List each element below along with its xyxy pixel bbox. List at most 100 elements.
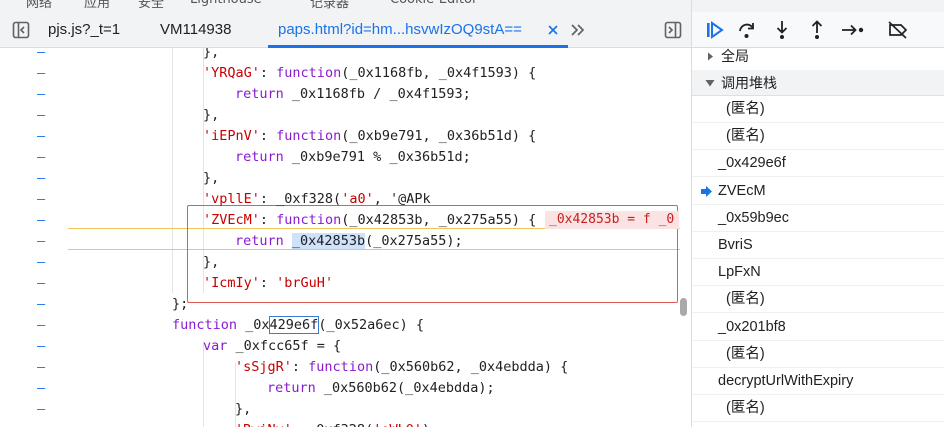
code-text: 'YRQaG': function(_0x1168fb, _0x4f1593) … <box>203 65 537 81</box>
current-frame-arrow-icon <box>701 185 712 197</box>
line-gutter-marker[interactable]: – <box>37 315 45 336</box>
top-menu-item[interactable]: Cookie-Editor <box>390 0 477 7</box>
line-gutter-marker[interactable]: – <box>37 231 45 252</box>
call-stack-frame[interactable]: BvriS <box>692 232 944 259</box>
code-text: }, <box>203 254 220 270</box>
call-stack-label: 调用堆栈 <box>721 75 777 91</box>
code-line[interactable]: – return _0x1168fb / _0x4f1593; <box>0 84 680 105</box>
line-gutter-marker[interactable]: – <box>37 168 45 189</box>
deactivate-breakpoints-icon[interactable] <box>887 20 909 40</box>
code-text: function _0x429e6f(_0x52a6ec) { <box>172 316 424 334</box>
code-line[interactable]: – 'iEPnV': function(_0xb9e791, _0x36b51d)… <box>0 126 680 147</box>
code-line[interactable]: – function _0x429e6f(_0x52a6ec) { <box>0 315 680 336</box>
scope-global-row[interactable]: 全局 <box>692 44 944 68</box>
call-stack-frame[interactable]: _0x59b9ec <box>692 205 944 232</box>
code-text: }; <box>172 296 189 312</box>
code-line[interactable]: – 'ZVEcM': function(_0x42853b, _0x275a55)… <box>0 210 680 231</box>
code-text: 'RwiNv': _0xf328('oWL0') <box>235 420 430 427</box>
debugger-sidebar: 全局 调用堆栈 (匿名) (匿名) _0x429e6f ZVEcM _0x59b9ec B… <box>692 0 944 427</box>
code-line[interactable]: – 'IcmIy': 'brGuH' <box>0 273 680 294</box>
line-gutter-marker[interactable]: – <box>37 252 45 273</box>
call-stack-frame-label: (匿名) <box>726 291 765 308</box>
toggle-debugger-sidebar-icon[interactable] <box>664 21 682 39</box>
line-gutter-marker[interactable]: – <box>37 273 45 294</box>
code-editor[interactable]: –}, – 'YRQaG': function(_0x1168fb, _0x4f15… <box>0 48 692 427</box>
code-line[interactable]: – return _0x560b62(_0x4ebdda); <box>0 378 680 399</box>
top-menu-item[interactable]: 安全 <box>138 0 164 11</box>
line-gutter-marker[interactable]: – <box>37 48 45 63</box>
expand-arrow-icon <box>708 52 713 61</box>
code-line[interactable]: – 'sSjgR': function(_0x560b62, _0x4ebdda)… <box>0 357 680 378</box>
toggle-navigator-icon[interactable] <box>12 21 30 39</box>
code-line[interactable]: –}; <box>0 294 680 315</box>
call-stack-frame[interactable]: (匿名) <box>692 286 944 314</box>
line-gutter-marker[interactable]: – <box>37 336 45 357</box>
top-menu-strip-right <box>692 0 944 12</box>
code-line[interactable]: –}, <box>0 399 680 420</box>
call-stack-frame-label: BvriS <box>718 237 753 253</box>
close-tab-icon[interactable] <box>548 25 558 35</box>
call-stack-frame-label: (匿名) <box>726 400 765 417</box>
code-line[interactable]: –}, <box>0 252 680 273</box>
top-menu-item[interactable]: Lighthouse <box>190 0 262 7</box>
code-line[interactable]: – var _0xfcc65f = { <box>0 336 680 357</box>
call-stack-frame[interactable]: _0x201bf8 <box>692 314 944 341</box>
line-gutter-marker[interactable]: – <box>37 294 45 315</box>
line-gutter-marker[interactable]: – <box>37 84 45 105</box>
code-text: 'IcmIy': 'brGuH' <box>203 275 334 291</box>
call-stack-frame[interactable]: (匿名) <box>692 123 944 151</box>
step-over-icon[interactable] <box>737 20 757 40</box>
tab-paps-html[interactable]: paps.html?id=hm...hsvwIzOQ9stA== <box>278 12 522 48</box>
step-out-icon[interactable] <box>809 20 825 40</box>
resume-icon[interactable] <box>705 21 725 39</box>
line-gutter-marker[interactable]: – <box>37 378 45 399</box>
top-menu-item[interactable]: 记录器 <box>310 0 349 11</box>
inline-value-preview: _0x42853b = f _0 <box>545 211 679 229</box>
code-line[interactable]: –}, <box>0 48 680 63</box>
top-menu-item[interactable]: 应用 <box>84 0 110 11</box>
step-icon[interactable] <box>841 22 865 38</box>
code-line[interactable]: – 'YRQaG': function(_0x1168fb, _0x4f1593)… <box>0 63 680 84</box>
call-stack-header[interactable]: 调用堆栈 <box>692 70 944 96</box>
tab-vm[interactable]: VM114938 <box>160 12 231 48</box>
code-line[interactable]: –}, <box>0 168 680 189</box>
code-text: }, <box>203 170 220 186</box>
more-tabs-icon[interactable] <box>570 23 586 37</box>
code-text: return _0x42853b(_0x275a55); <box>235 233 463 249</box>
code-line[interactable]: – 'vpllE': _0xf328('a0', '@APk <box>0 189 680 210</box>
call-stack-frame[interactable]: decryptUrlWithExpiry <box>692 368 944 395</box>
line-gutter-marker[interactable]: – <box>37 63 45 84</box>
top-menu-item[interactable]: 网络 <box>26 0 52 11</box>
editor-scrollbar[interactable] <box>680 298 687 316</box>
call-stack-frame-label: _0x201bf8 <box>718 318 786 335</box>
line-gutter-marker[interactable]: – <box>37 105 45 126</box>
line-gutter-marker[interactable]: – <box>37 357 45 378</box>
line-gutter-marker[interactable]: – <box>37 126 45 147</box>
call-stack-frame-label: decryptUrlWithExpiry <box>718 373 854 389</box>
code-line[interactable]: – 'RwiNv': _0xf328('oWL0') <box>0 420 680 427</box>
line-gutter-marker[interactable]: – <box>37 420 45 427</box>
scope-global-label: 全局 <box>721 48 749 64</box>
call-stack-frame-label: _0x59b9ec <box>718 209 789 226</box>
call-stack-frame[interactable]: (匿名) <box>692 96 944 123</box>
call-stack-frame[interactable]: (匿名) <box>692 395 944 423</box>
line-gutter-marker[interactable]: – <box>37 189 45 210</box>
call-stack-frame[interactable]: _0x429e6f <box>692 150 944 178</box>
code-line[interactable]: – return _0xb9e791 % _0x36b51d; <box>0 147 680 168</box>
call-stack-frame-label: (匿名) <box>726 345 765 362</box>
tab-pjs[interactable]: pjs.js?_t=1 <box>48 12 120 48</box>
code-line[interactable]: – return _0x42853b(_0x275a55); <box>0 231 680 252</box>
code-text: }, <box>203 48 220 60</box>
step-into-icon[interactable] <box>774 20 790 40</box>
call-stack-frame[interactable]: LpFxN <box>692 259 944 287</box>
code-line[interactable]: –}, <box>0 105 680 126</box>
call-stack-frame[interactable]: ZVEcM <box>692 178 944 205</box>
call-stack-frame-label: ZVEcM <box>718 182 766 199</box>
line-gutter-marker[interactable]: – <box>37 210 45 231</box>
line-gutter-marker[interactable]: – <box>37 399 45 420</box>
top-menu-strip: 网络 应用 安全 Lighthouse 记录器 Cookie-Editor <box>0 0 692 12</box>
code-text: var _0xfcc65f = { <box>203 338 342 354</box>
line-gutter-marker[interactable]: – <box>37 147 45 168</box>
call-stack-frame[interactable]: (匿名) <box>692 341 944 368</box>
collapse-arrow-icon <box>705 80 715 87</box>
